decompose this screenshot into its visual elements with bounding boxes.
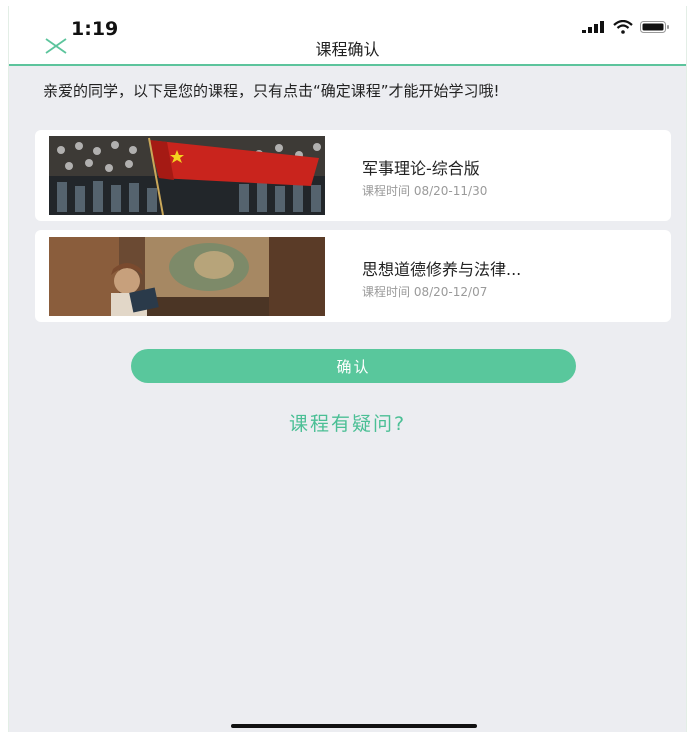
course-date-label: 课程时间 — [362, 285, 411, 299]
course-date-range: 08/20-12/07 — [413, 285, 488, 299]
top-bar: 1:19 课程确认 — [9, 6, 686, 66]
course-date: 课程时间 08/20-11/30 — [362, 182, 487, 199]
course-date-label: 课程时间 — [362, 184, 411, 198]
app-screen: 1:19 课程确认 亲爱的同学，以下是您的课程，只有点击“确定课程”才能开始学习… — [8, 6, 687, 732]
course-question-link[interactable]: 课程有疑问? — [9, 409, 686, 436]
course-thumbnail — [49, 136, 325, 215]
course-title: 军事理论-综合版 — [362, 159, 480, 178]
signal-icon — [582, 21, 604, 33]
status-icons — [582, 20, 670, 34]
course-title: 思想道德修养与法律... — [362, 260, 522, 279]
course-card[interactable]: 思想道德修养与法律... 课程时间 08/20-12/07 — [35, 230, 671, 322]
battery-icon — [640, 21, 669, 33]
home-indicator — [231, 724, 477, 728]
confirm-button[interactable]: 确认 — [131, 349, 576, 383]
course-date-range: 08/20-11/30 — [413, 184, 488, 198]
page-title: 课程确认 — [315, 40, 380, 59]
wifi-icon — [613, 20, 633, 34]
course-thumbnail — [49, 237, 325, 316]
course-card[interactable]: 军事理论-综合版 课程时间 08/20-11/30 — [35, 130, 671, 221]
intro-text: 亲爱的同学，以下是您的课程，只有点击“确定课程”才能开始学习哦! — [43, 82, 500, 100]
course-date: 课程时间 08/20-12/07 — [362, 283, 487, 300]
